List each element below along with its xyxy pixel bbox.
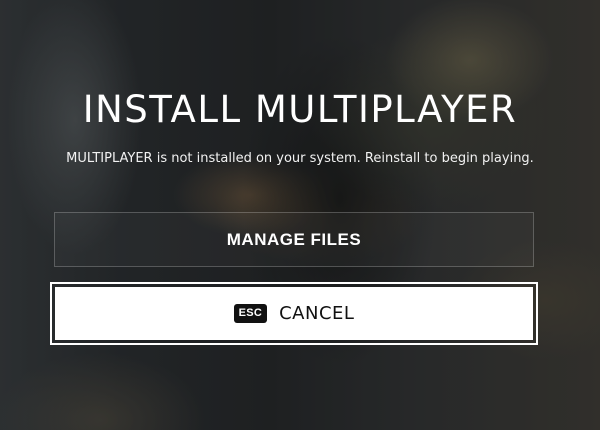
dialog-title: INSTALL MULTIPLAYER (82, 88, 518, 131)
dialog-message: MULTIPLAYER is not installed on your sys… (66, 151, 534, 166)
install-multiplayer-dialog: INSTALL MULTIPLAYER MULTIPLAYER is not i… (0, 0, 600, 430)
manage-files-button[interactable]: MANAGE FILES (54, 212, 534, 267)
esc-key-hint: ESC (233, 304, 268, 323)
cancel-label: CANCEL (279, 303, 355, 324)
cancel-button-face: ESC CANCEL (55, 287, 533, 340)
cancel-button[interactable]: ESC CANCEL (50, 282, 538, 345)
manage-files-label: MANAGE FILES (226, 229, 362, 249)
